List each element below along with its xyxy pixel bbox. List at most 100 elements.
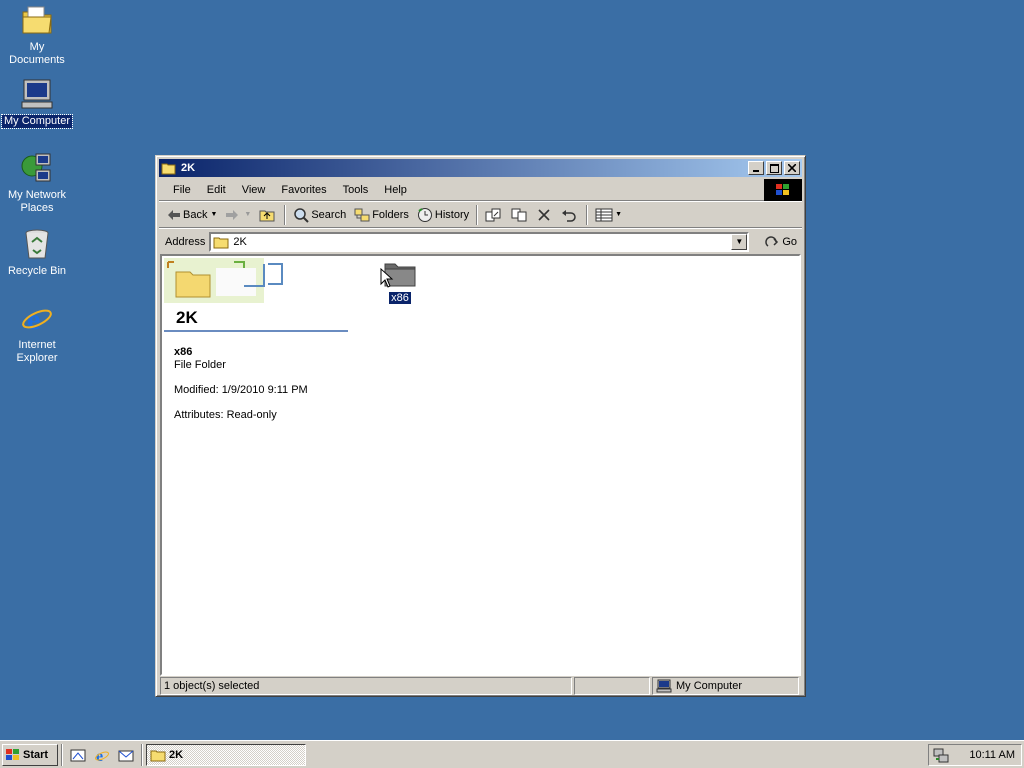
my-computer-icon bbox=[20, 78, 54, 112]
back-dropdown-icon[interactable]: ▼ bbox=[210, 211, 217, 218]
taskbar-separator bbox=[141, 743, 143, 766]
folder-icon bbox=[161, 163, 176, 175]
windows-logo-icon bbox=[6, 748, 19, 760]
go-label: Go bbox=[782, 235, 798, 248]
copy-to-icon bbox=[511, 208, 527, 221]
quicklaunch-internet-explorer[interactable]: e bbox=[92, 745, 112, 765]
desktop-icon-my-computer[interactable]: My Computer bbox=[0, 78, 75, 129]
forward-arrow-icon bbox=[226, 209, 239, 220]
taskbar-window-label: 2K bbox=[169, 748, 184, 761]
quicklaunch-outlook-express[interactable] bbox=[116, 745, 136, 765]
menu-tools[interactable]: Tools bbox=[335, 182, 377, 198]
forward-button[interactable]: ▼ bbox=[221, 207, 255, 223]
search-label: Search bbox=[311, 208, 347, 221]
title-bar[interactable]: 2K bbox=[159, 159, 802, 177]
taskbar: Start e 2K 10:11 AM bbox=[0, 740, 1024, 768]
desktop-icon-my-documents[interactable]: My Documents bbox=[0, 4, 75, 67]
system-tray: 10:11 AM bbox=[928, 743, 1022, 766]
menu-file[interactable]: File bbox=[165, 182, 199, 198]
address-input[interactable]: 2K ▼ bbox=[209, 231, 750, 252]
up-folder-button[interactable] bbox=[255, 206, 281, 224]
folder-icon bbox=[213, 237, 229, 248]
taskbar-separator bbox=[61, 743, 63, 766]
folder-icon bbox=[150, 750, 166, 761]
menu-favorites[interactable]: Favorites bbox=[273, 182, 334, 198]
my-documents-icon bbox=[20, 4, 54, 38]
delete-icon bbox=[538, 208, 550, 221]
undo-button[interactable] bbox=[557, 206, 583, 224]
move-to-icon bbox=[485, 208, 501, 221]
folder-banner-graphic bbox=[164, 258, 283, 303]
maximize-icon bbox=[769, 163, 779, 173]
history-icon bbox=[417, 207, 432, 222]
desktop-icon-label: Recycle Bin bbox=[7, 265, 67, 277]
window-title: 2K bbox=[181, 162, 196, 174]
views-button[interactable]: ▼ bbox=[591, 206, 626, 224]
folders-button[interactable]: Folders bbox=[350, 206, 413, 224]
desktop-icon-label: My Computer bbox=[0, 114, 74, 129]
menu-view[interactable]: View bbox=[234, 182, 274, 198]
explorer-window[interactable]: 2K File Edit View Favorites Tools Help B… bbox=[155, 155, 806, 697]
start-button[interactable]: Start bbox=[2, 743, 58, 766]
quicklaunch-show-desktop[interactable] bbox=[68, 745, 88, 765]
selected-item-attributes: Attributes: Read-only bbox=[174, 409, 277, 421]
go-arrow-icon bbox=[765, 235, 779, 247]
webview-header: 2K bbox=[164, 258, 348, 332]
status-selection-text: 1 object(s) selected bbox=[164, 680, 260, 692]
address-bar: Address 2K ▼ Go bbox=[159, 229, 802, 254]
views-dropdown-icon: ▼ bbox=[615, 211, 623, 218]
taskbar-window-2k[interactable]: 2K bbox=[146, 743, 306, 766]
windows-logo-icon bbox=[764, 179, 802, 201]
show-desktop-icon bbox=[70, 749, 86, 761]
network-tray-icon[interactable] bbox=[933, 747, 949, 763]
desktop-icon-label: Internet Explorer bbox=[16, 339, 58, 364]
selected-item-modified: Modified: 1/9/2010 9:11 PM bbox=[174, 384, 308, 396]
up-folder-icon bbox=[259, 210, 275, 221]
desktop-icon-internet-explorer[interactable]: e Internet Explorer bbox=[0, 302, 75, 365]
maximize-button[interactable] bbox=[766, 161, 782, 175]
status-zone: My Computer bbox=[652, 677, 799, 695]
minimize-icon bbox=[753, 170, 759, 172]
internet-explorer-icon: e bbox=[95, 748, 109, 763]
standard-toolbar: Back ▼ ▼ Search Folders History ▼ bbox=[159, 202, 802, 228]
folders-label: Folders bbox=[372, 208, 409, 221]
copy-to-button[interactable] bbox=[507, 206, 533, 224]
toolbar-separator bbox=[586, 204, 589, 225]
selected-item-type: File Folder bbox=[174, 359, 226, 371]
address-dropdown-button[interactable]: ▼ bbox=[731, 233, 748, 250]
desktop-icon-my-network-places[interactable]: My Network Places bbox=[0, 152, 75, 215]
back-button[interactable]: Back ▼ bbox=[163, 207, 221, 223]
minimize-button[interactable] bbox=[748, 161, 764, 175]
outlook-express-icon bbox=[118, 750, 134, 761]
status-selection: 1 object(s) selected bbox=[160, 677, 572, 695]
undo-icon bbox=[562, 209, 576, 222]
back-label: Back bbox=[183, 208, 208, 221]
recycle-bin-icon bbox=[20, 228, 54, 262]
menu-edit[interactable]: Edit bbox=[199, 182, 234, 198]
history-button[interactable]: History bbox=[413, 205, 473, 225]
start-label: Start bbox=[23, 748, 49, 761]
menu-help[interactable]: Help bbox=[376, 182, 415, 198]
delete-button[interactable] bbox=[533, 206, 557, 224]
desktop-icon-label: My Documents bbox=[9, 41, 65, 66]
desktop-icon-label: My Network Places bbox=[7, 189, 67, 214]
history-label: History bbox=[434, 208, 470, 221]
forward-dropdown-icon[interactable]: ▼ bbox=[244, 211, 251, 218]
mouse-cursor-icon bbox=[380, 268, 394, 288]
webview-folder-title: 2K bbox=[176, 308, 198, 327]
status-bar: 1 object(s) selected My Computer bbox=[160, 677, 801, 695]
clock[interactable]: 10:11 AM bbox=[969, 749, 1015, 761]
desktop-icon-recycle-bin[interactable]: Recycle Bin bbox=[0, 228, 75, 278]
folder-content-area[interactable]: 2K x86 File Folder Modified: 1/9/2010 9:… bbox=[160, 254, 801, 676]
search-button[interactable]: Search bbox=[289, 205, 350, 225]
webview-divider bbox=[164, 330, 348, 332]
selected-item-name: x86 bbox=[174, 346, 193, 358]
internet-explorer-icon: e bbox=[20, 302, 54, 336]
move-to-button[interactable] bbox=[481, 206, 507, 224]
go-button[interactable]: Go bbox=[765, 235, 797, 249]
views-icon bbox=[595, 208, 613, 221]
network-places-icon bbox=[20, 152, 54, 186]
folders-icon bbox=[354, 208, 370, 221]
close-button[interactable] bbox=[784, 161, 800, 175]
search-icon bbox=[294, 207, 310, 223]
